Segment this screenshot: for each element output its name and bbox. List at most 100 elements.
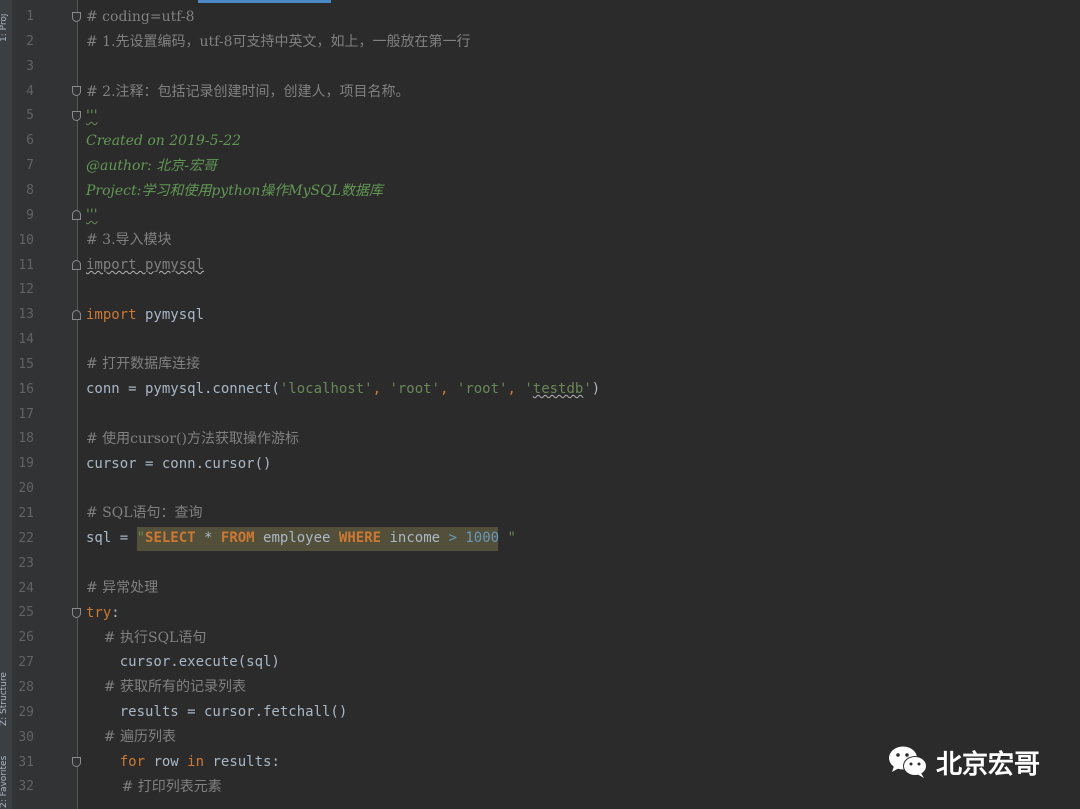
comma: , [372,381,390,397]
sql-text: employee [254,530,339,546]
line-number: 21 [18,506,34,521]
line-number: 32 [18,779,34,795]
line-number: 9 [26,207,34,223]
unused-import: import pymysql [86,257,205,273]
keyword-import: import [86,307,137,323]
code-line-27[interactable]: cursor.execute(sql) [86,650,280,675]
wechat-icon [889,746,927,778]
line-number: 19 [18,456,34,472]
keyword-for: for [119,754,146,770]
fold-marker-icon[interactable] [72,86,81,96]
code-text: results: [204,754,280,770]
line-number: 5 [26,108,34,124]
line-number: 23 [18,555,34,571]
line-number: 7 [26,158,34,174]
code-line-26[interactable]: # 执行SQL语句 [86,626,207,651]
line-number: 12 [18,282,34,298]
keyword-try: try [86,605,112,621]
line-number: 18 [18,431,34,447]
code-text: row [145,754,188,770]
code-line-7[interactable]: @author: 北京-宏哥 [86,154,217,179]
sql-text: income [381,530,449,546]
line-number: 27 [18,655,34,671]
line-number: 1 [26,9,34,24]
sql-keyword: SELECT [145,530,196,546]
ide-window: 1: Proj Z: Structure 2: Favorites 123456… [0,0,1080,809]
line-number: 16 [18,381,34,397]
code-line-24[interactable]: # 异常处理 [86,576,158,601]
code-line-25[interactable]: try: [86,601,120,626]
fold-marker-icon[interactable] [72,310,81,320]
string-literal: 'localhost' [279,381,373,397]
code-line-32[interactable]: # 打印列表元素 [86,775,222,800]
string-quote: " [136,530,146,546]
line-number: 15 [18,356,34,372]
code-line-5[interactable]: ''' [86,104,98,129]
sql-text: * [195,530,221,546]
sql-number: 1000 [465,530,500,546]
code-line-16[interactable]: conn = pymysql.connect('localhost', 'roo… [86,377,600,402]
project-tool-button[interactable]: 1: Proj [0,2,12,42]
line-number: 3 [26,58,34,74]
code-line-15[interactable]: # 打开数据库连接 [86,352,200,377]
code-text: sql = [86,530,137,546]
code-line-18[interactable]: # 使用cursor()方法获取操作游标 [86,427,299,452]
sql-keyword: FROM [220,530,255,546]
watermark: 北京宏哥 [888,740,1040,784]
structure-tool-button[interactable]: Z: Structure [0,656,12,726]
fold-marker-icon[interactable] [72,12,81,22]
code-text: : [111,605,120,621]
code-line-22[interactable]: sql = "SELECT * FROM employee WHERE inco… [86,526,516,551]
code-line-30[interactable]: # 遍历列表 [86,725,176,750]
line-number: 14 [18,332,34,348]
line-number: 6 [26,133,34,149]
string-literal: 'root' [389,381,441,397]
code-line-2[interactable]: # 1.先设置编码，utf-8可支持中英文，如上，一般放在第一行 [86,30,471,55]
code-line-28[interactable]: # 获取所有的记录列表 [86,675,246,700]
line-number: 30 [18,729,34,745]
line-number: 13 [18,307,34,323]
code-line-21[interactable]: # SQL语句：查询 [86,501,203,526]
code-line-11[interactable]: import pymysql [86,253,204,278]
fold-marker-icon[interactable] [72,757,81,767]
line-number: 22 [18,530,34,546]
code-line-9[interactable]: ''' [86,203,98,228]
line-number: 24 [18,580,34,596]
active-tab-indicator [198,0,331,3]
fold-marker-icon[interactable] [72,260,81,270]
fold-marker-icon[interactable] [72,608,81,618]
string-literal-typo: testdb [532,381,584,397]
docstring-quote: ''' [86,207,98,223]
line-number: 28 [18,679,34,695]
line-number: 29 [18,704,34,720]
favorites-tool-button[interactable]: 2: Favorites [0,740,12,808]
line-number: 4 [26,83,34,99]
code-text: ) [591,381,601,397]
fold-marker-icon[interactable] [72,210,81,220]
code-line-13[interactable]: import pymysql [86,303,204,328]
sql-operator: > [448,530,466,546]
comma: , [507,381,525,397]
string-quote: ' [583,381,592,397]
line-number: 31 [18,754,34,770]
line-number: 17 [18,406,34,422]
string-literal: 'root' [456,381,508,397]
watermark-text: 北京宏哥 [936,749,1041,780]
fold-marker-icon[interactable] [72,111,81,121]
code-line-6[interactable]: Created on 2019-5-22 [86,129,241,154]
line-number: 8 [26,182,34,198]
keyword-in: in [187,754,205,770]
module-name: pymysql [136,307,205,323]
string-quote: ' [524,381,533,397]
code-line-29[interactable]: results = cursor.fetchall() [86,700,348,725]
code-line-10[interactable]: # 3.导入模块 [86,228,172,253]
code-line-31[interactable]: for row in results: [86,750,280,775]
line-number: 2 [26,33,34,49]
code-line-1[interactable]: # coding=utf-8 [86,5,195,30]
docstring-quote: ''' [86,108,98,124]
code-line-8[interactable]: Project:学习和使用python操作MySQL数据库 [86,179,383,204]
code-line-4[interactable]: # 2.注释：包括记录创建时间，创建人，项目名称。 [86,80,410,105]
line-number: 20 [18,481,34,497]
code-line-19[interactable]: cursor = conn.cursor() [86,452,271,477]
